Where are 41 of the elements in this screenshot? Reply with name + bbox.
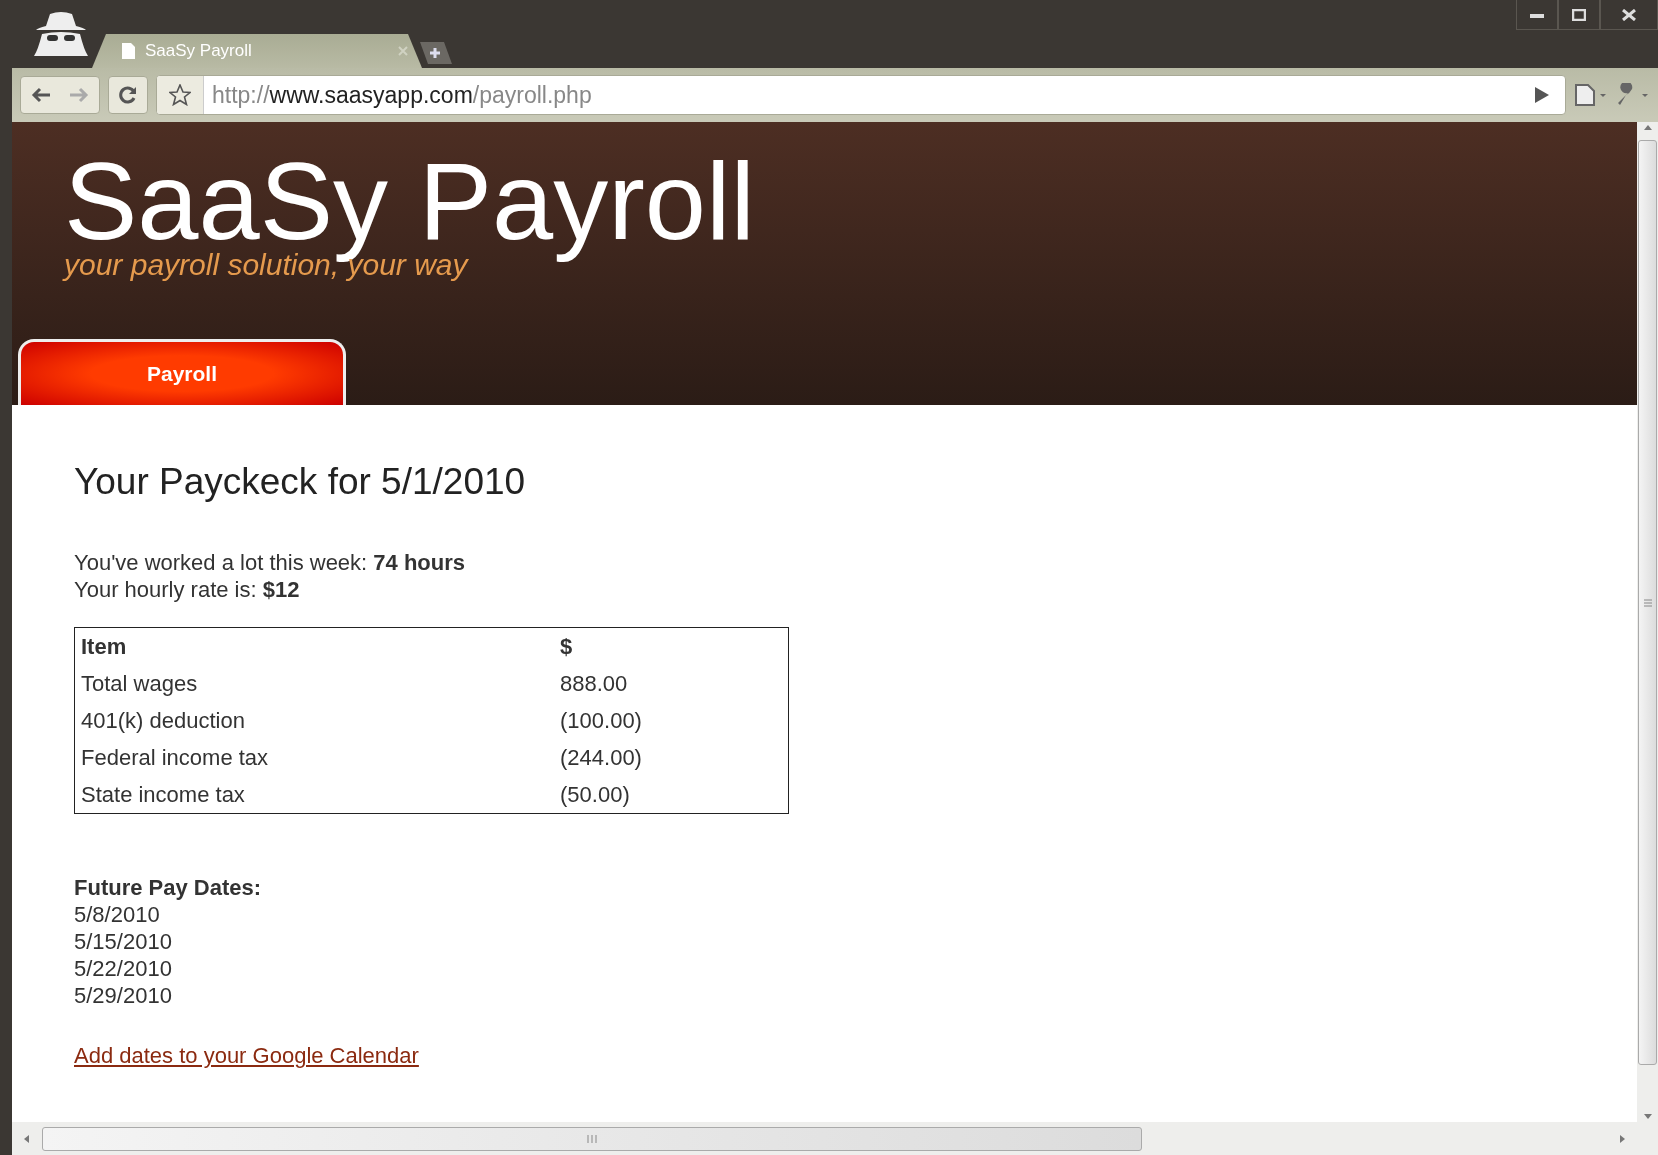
close-button[interactable] — [1600, 0, 1658, 30]
calendar-link[interactable]: Add dates to your Google Calendar — [74, 1043, 419, 1069]
pay-date: 5/22/2010 — [74, 955, 173, 982]
section-heading: Future Pay Dates: — [74, 874, 263, 901]
minimize-button[interactable] — [1516, 0, 1558, 30]
pay-date: 5/8/2010 — [74, 901, 161, 928]
incognito-icon — [34, 10, 88, 56]
pay-date: 5/15/2010 — [74, 928, 173, 955]
table-cell: Total wages — [74, 665, 554, 702]
page-menu-icon[interactable] — [1574, 83, 1608, 107]
table-cell: Federal income tax — [74, 739, 554, 776]
maximize-button[interactable] — [1558, 0, 1600, 30]
reload-icon[interactable] — [118, 85, 138, 105]
scrollbar-thumb[interactable] — [1638, 140, 1657, 1065]
table-cell: (244.00) — [554, 739, 789, 776]
nav-tab[interactable]: Payroll — [18, 339, 346, 405]
minimize-icon[interactable] — [1530, 11, 1544, 18]
back-forward-button[interactable] — [20, 76, 100, 114]
table-cell: 888.00 — [554, 665, 789, 702]
address-field[interactable]: http://www.saasyapp.com/payroll.php — [156, 75, 1566, 115]
summary-line: You've worked a lot this week: 74 hours — [74, 549, 467, 576]
page-icon — [122, 43, 135, 59]
scroll-right-icon[interactable] — [1617, 1133, 1627, 1144]
page-heading: Your Payckeck for 5/1/2010 — [74, 461, 527, 503]
go-icon[interactable] — [1535, 87, 1549, 103]
maximize-icon[interactable] — [1572, 8, 1586, 21]
table-cell: (100.00) — [554, 702, 789, 739]
column-header: Item — [74, 627, 554, 665]
summary-line: Your hourly rate is: $12 — [74, 576, 301, 603]
scroll-left-icon[interactable] — [22, 1133, 32, 1144]
table-cell: State income tax — [74, 776, 554, 814]
table-cell: (50.00) — [554, 776, 789, 814]
close-icon[interactable] — [1622, 8, 1636, 21]
back-arrow-icon[interactable] — [31, 87, 51, 103]
scrollbar-thumb[interactable] — [42, 1126, 1142, 1151]
column-header: $ — [554, 627, 789, 665]
star-icon[interactable] — [169, 84, 191, 106]
pay-date: 5/29/2010 — [74, 982, 173, 1009]
reload-button[interactable] — [108, 76, 148, 114]
tab-title: SaaSy Payroll — [145, 41, 253, 61]
table-cell: 401(k) deduction — [74, 702, 554, 739]
